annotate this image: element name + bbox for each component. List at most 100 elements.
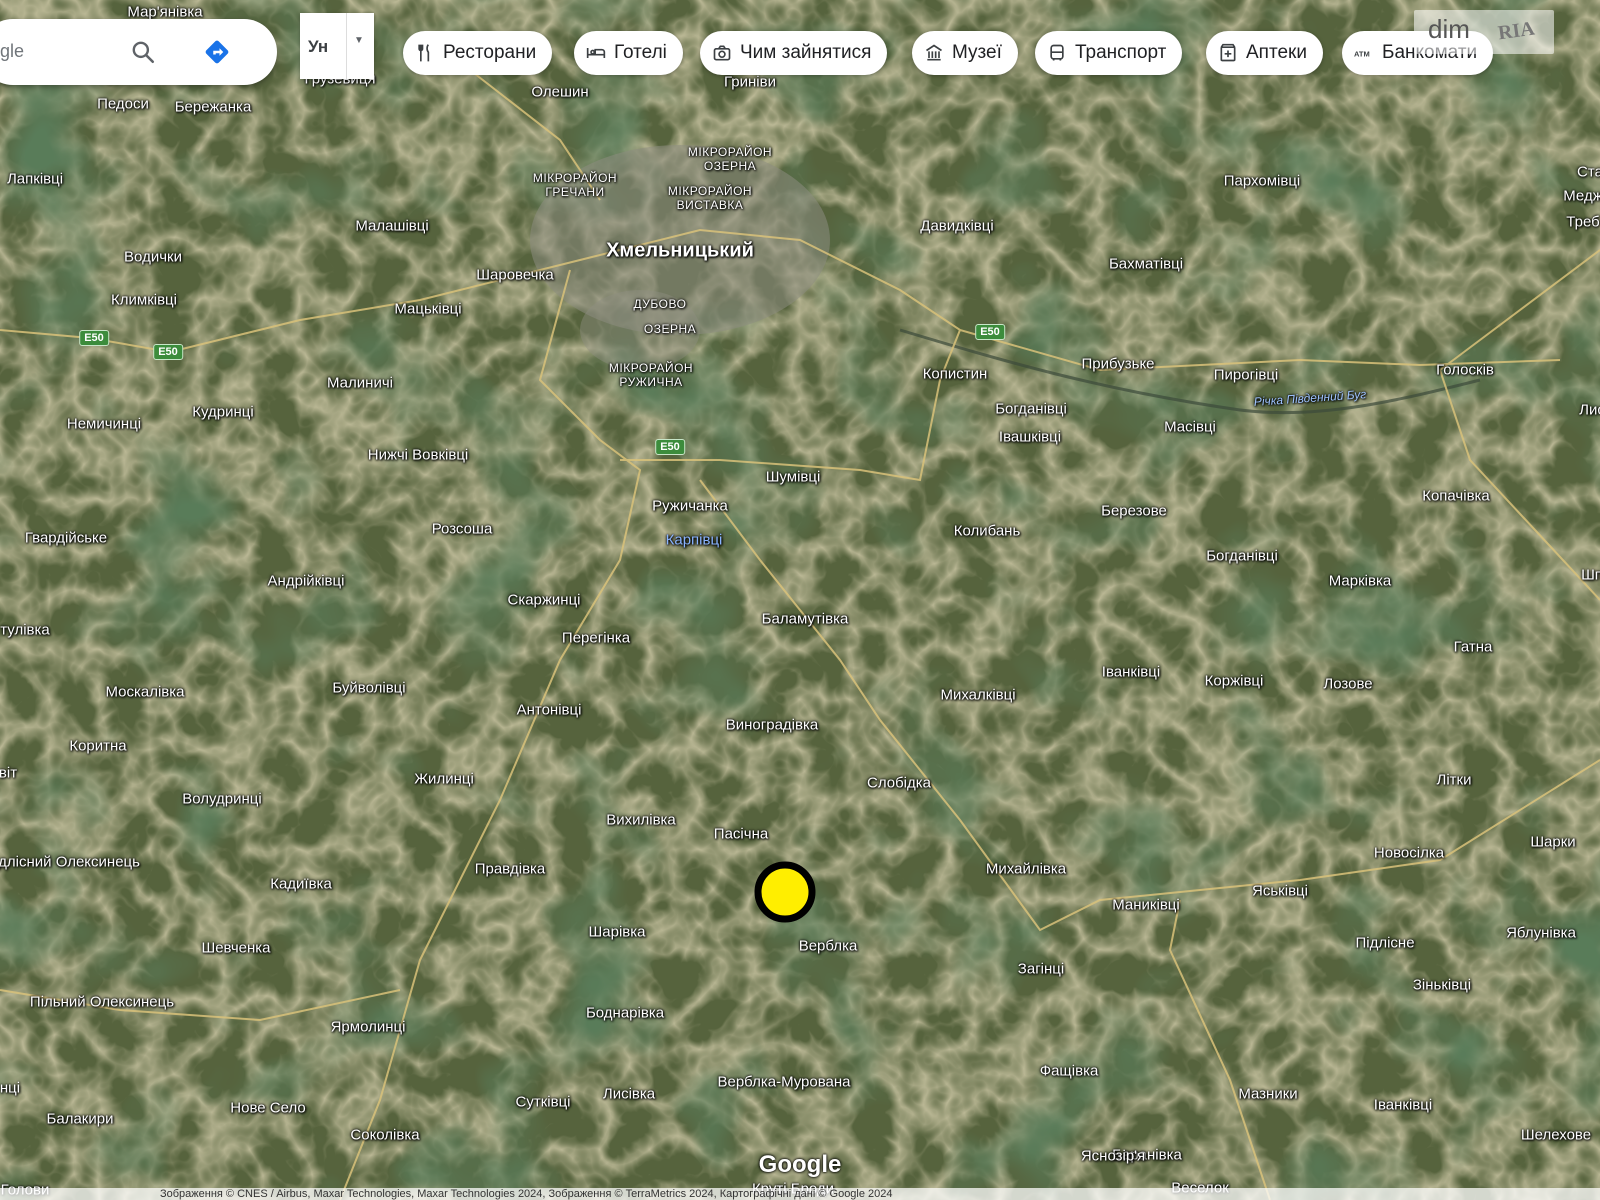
- place-label[interactable]: Климківці: [111, 292, 177, 309]
- place-label[interactable]: віт: [0, 765, 17, 782]
- highlighted-place-label[interactable]: Карпівці: [666, 532, 723, 549]
- place-label[interactable]: Бережанка: [175, 99, 252, 116]
- chip-things-to-do[interactable]: Чим зайнятися: [700, 31, 888, 75]
- district-label[interactable]: МІКРОРАЙОН РУЖИЧНА: [596, 361, 706, 389]
- place-label[interactable]: Антонівці: [517, 702, 582, 719]
- district-label[interactable]: МІКРОРАЙОН ОЗЕРНА: [675, 145, 785, 173]
- place-label[interactable]: Жилинці: [414, 771, 474, 788]
- place-label[interactable]: Михалківці: [940, 687, 1015, 704]
- place-label[interactable]: Коржівці: [1205, 673, 1264, 690]
- place-label[interactable]: Соколівка: [350, 1127, 419, 1144]
- place-label[interactable]: Лапківці: [7, 171, 63, 188]
- place-label[interactable]: Нижчі Вовківці: [368, 447, 469, 464]
- place-label[interactable]: Пархомівці: [1224, 173, 1301, 190]
- place-label[interactable]: Ружичанка: [652, 498, 728, 515]
- place-label[interactable]: Голосків: [1436, 362, 1494, 379]
- place-label[interactable]: Шп: [1581, 567, 1600, 584]
- place-label[interactable]: Гвардійське: [25, 530, 107, 547]
- place-label[interactable]: Пільний Олексинець: [30, 994, 174, 1011]
- city-label[interactable]: Хмельницький: [606, 240, 754, 263]
- place-label[interactable]: Шарки: [1530, 834, 1575, 851]
- place-label[interactable]: Мазники: [1238, 1086, 1297, 1103]
- place-label[interactable]: Підлісний Олексинець: [0, 854, 140, 871]
- place-label[interactable]: Баламутівка: [762, 611, 849, 628]
- place-label[interactable]: Скаржинці: [507, 592, 580, 609]
- place-label[interactable]: Копачівка: [1422, 488, 1490, 505]
- place-label[interactable]: нці: [0, 1080, 20, 1097]
- place-label[interactable]: Бахматівці: [1109, 256, 1183, 273]
- place-label[interactable]: Гриніви: [724, 74, 776, 91]
- place-label[interactable]: Літки: [1437, 772, 1472, 789]
- place-label[interactable]: Іванківці: [1102, 664, 1160, 681]
- place-label[interactable]: Маниківці: [1112, 897, 1179, 914]
- place-label[interactable]: Марківка: [1329, 573, 1391, 590]
- place-label[interactable]: Шаровечка: [476, 267, 553, 284]
- place-label[interactable]: Загінці: [1018, 961, 1064, 978]
- place-label[interactable]: Шелехове: [1521, 1127, 1591, 1144]
- place-label[interactable]: Волудринці: [182, 791, 261, 808]
- place-label[interactable]: Новосілка: [1374, 845, 1444, 862]
- district-label[interactable]: ОЗЕРНА: [615, 322, 725, 336]
- chip-restaurants[interactable]: Ресторани: [403, 31, 553, 75]
- place-label[interactable]: Богданівці: [1206, 548, 1278, 565]
- location-marker[interactable]: [754, 861, 816, 923]
- place-label[interactable]: Сутківці: [516, 1094, 571, 1111]
- place-label[interactable]: Немичинці: [67, 416, 141, 433]
- place-label[interactable]: Малиничі: [327, 375, 393, 392]
- place-label[interactable]: Шевченка: [201, 940, 270, 957]
- place-label[interactable]: Мар'янівка: [127, 4, 202, 21]
- chip-hotels[interactable]: Готелі: [574, 31, 683, 75]
- district-label[interactable]: МІКРОРАЙОН ВИСТАВКА: [655, 184, 765, 212]
- chevron-down-icon[interactable]: ▼: [354, 35, 364, 46]
- place-label[interactable]: Прибузьке: [1081, 356, 1154, 373]
- satellite-map[interactable]: [0, 0, 1600, 1200]
- place-label[interactable]: тулівка: [0, 622, 50, 639]
- place-label[interactable]: Вихилівка: [606, 812, 676, 829]
- place-label[interactable]: Москалівка: [105, 684, 184, 701]
- place-label[interactable]: Буйволівці: [332, 680, 405, 697]
- place-label[interactable]: Давидківці: [920, 218, 993, 235]
- chip-museums[interactable]: Музеї: [912, 31, 1018, 75]
- place-label[interactable]: Водички: [124, 249, 182, 266]
- place-label[interactable]: Колибань: [954, 523, 1021, 540]
- layer-toggle[interactable]: Ун ▼: [300, 13, 374, 79]
- search-input[interactable]: gle: [0, 41, 24, 62]
- place-label[interactable]: Правдівка: [475, 861, 546, 878]
- place-label[interactable]: Верблка-Мурована: [717, 1074, 850, 1091]
- place-label[interactable]: Мацьківці: [394, 301, 461, 318]
- place-label[interactable]: Богданівці: [995, 401, 1067, 418]
- place-label[interactable]: Педоси: [97, 96, 149, 113]
- place-label[interactable]: Лис: [1579, 402, 1600, 419]
- place-label[interactable]: Верблка: [799, 938, 858, 955]
- place-label[interactable]: Копистин: [923, 366, 988, 383]
- place-label[interactable]: Нове Село: [230, 1100, 305, 1117]
- place-label[interactable]: Слобідка: [867, 775, 931, 792]
- place-label[interactable]: Підлісне: [1355, 935, 1414, 952]
- place-label[interactable]: Кадиївка: [270, 876, 332, 893]
- district-label[interactable]: ДУБОВО: [605, 297, 715, 311]
- place-label[interactable]: Треб: [1566, 214, 1599, 231]
- place-label[interactable]: Олешин: [531, 84, 588, 101]
- place-label[interactable]: Шумівці: [766, 469, 821, 486]
- place-label[interactable]: Шарівка: [589, 924, 646, 941]
- place-label[interactable]: Медж: [1563, 188, 1600, 205]
- search-icon[interactable]: [130, 39, 156, 65]
- place-label[interactable]: Кудринці: [192, 404, 253, 421]
- place-label[interactable]: Перегінка: [562, 630, 630, 647]
- place-label[interactable]: Зіньківці: [1413, 977, 1471, 994]
- place-label[interactable]: Боднарівка: [586, 1005, 664, 1022]
- district-label[interactable]: МІКРОРАЙОН ГРЕЧАНИ: [520, 171, 630, 199]
- place-label[interactable]: Михайлівка: [986, 861, 1066, 878]
- place-label[interactable]: Іванківці: [1374, 1097, 1432, 1114]
- directions-icon[interactable]: [202, 37, 232, 67]
- place-label[interactable]: Фащівка: [1040, 1063, 1099, 1080]
- place-label[interactable]: Андрійківці: [268, 573, 345, 590]
- place-label[interactable]: Пасічна: [714, 826, 768, 843]
- place-label[interactable]: Гатна: [1454, 639, 1493, 656]
- chip-transport[interactable]: Транспорт: [1035, 31, 1183, 75]
- place-label[interactable]: Яснозір'я: [1081, 1148, 1145, 1165]
- place-label[interactable]: Лисівка: [603, 1086, 655, 1103]
- place-label[interactable]: Балакири: [47, 1111, 114, 1128]
- place-label[interactable]: Розсоша: [432, 521, 493, 538]
- place-label[interactable]: Ярмолинці: [331, 1019, 406, 1036]
